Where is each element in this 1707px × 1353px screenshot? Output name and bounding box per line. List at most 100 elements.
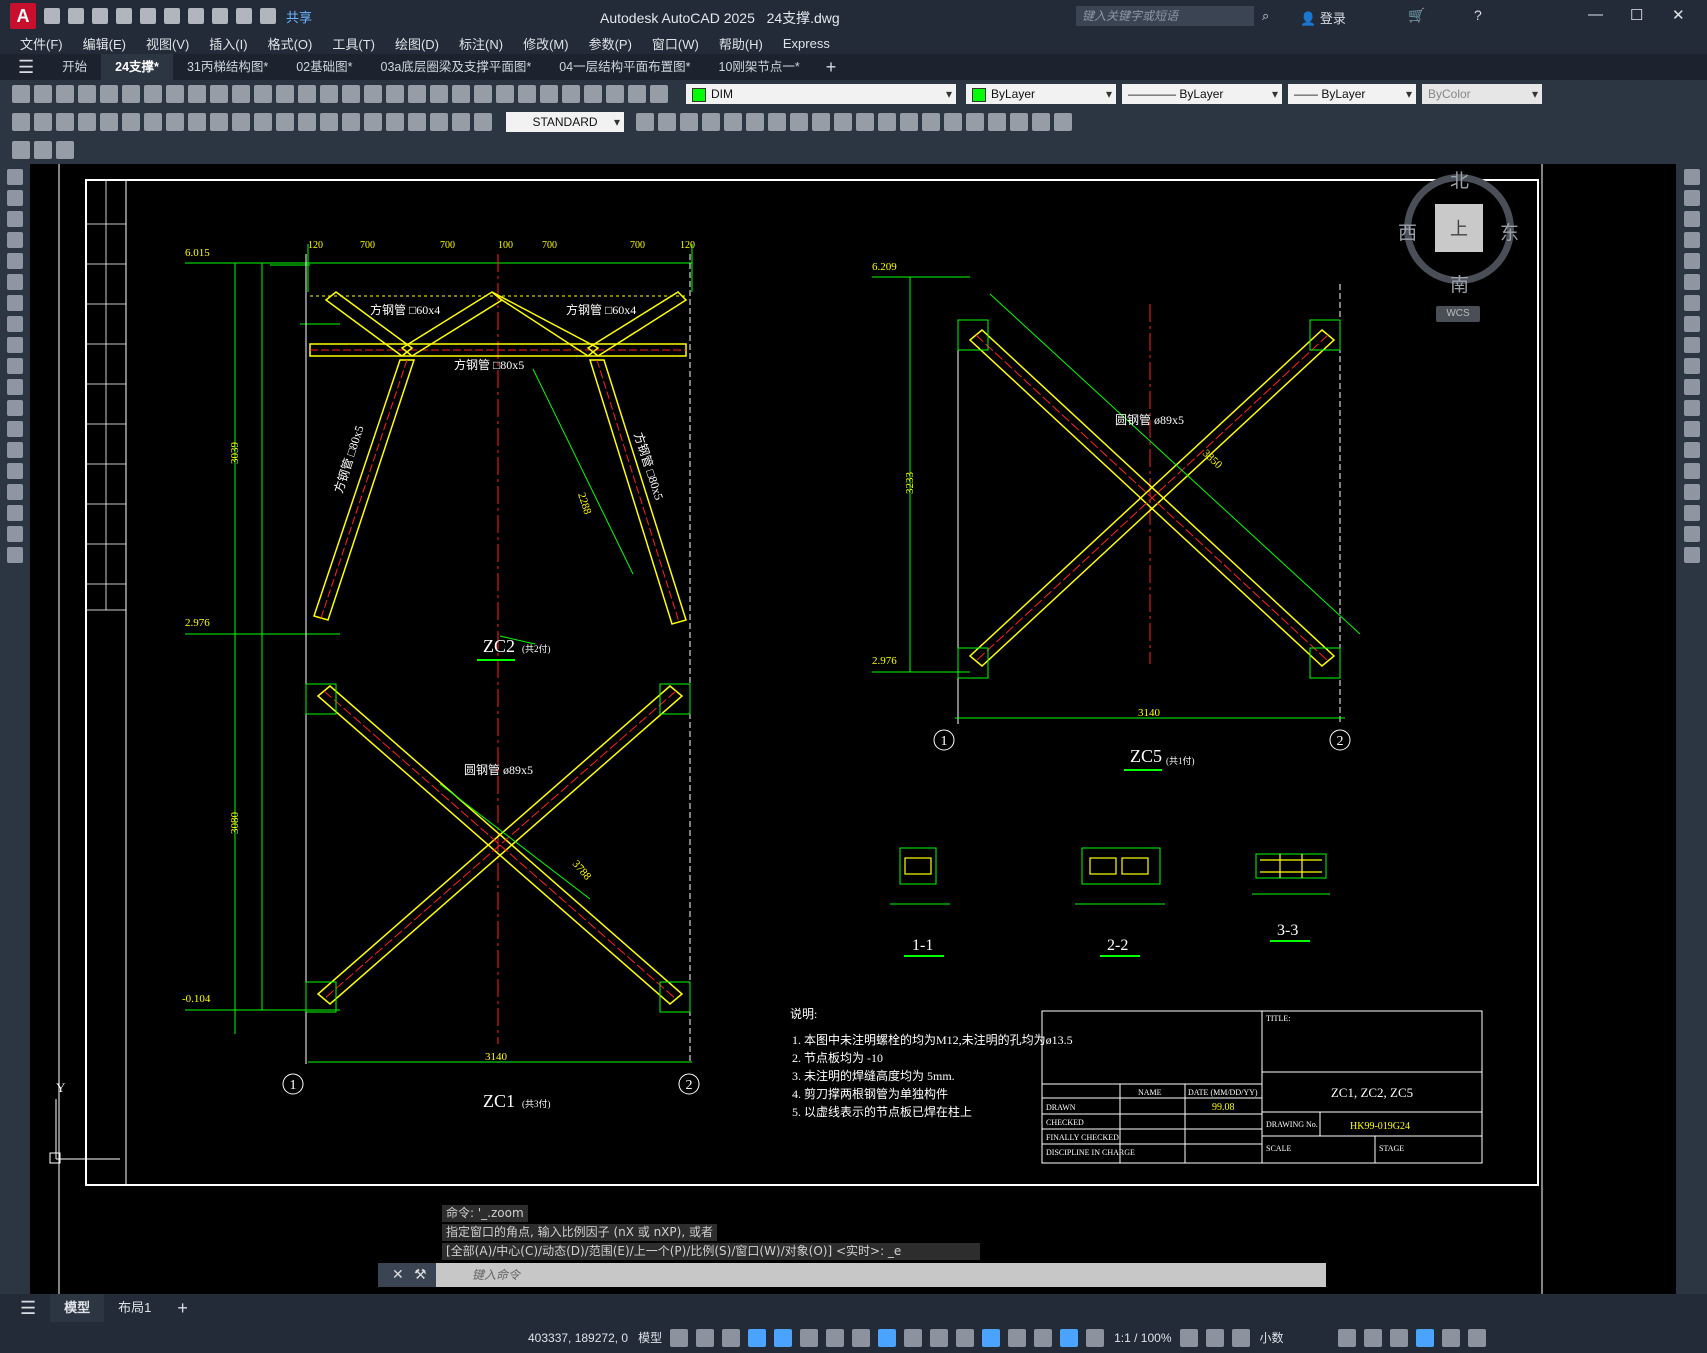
dynamic-ucs-icon[interactable] [982,1328,1001,1347]
draw-tool-icon[interactable] [408,113,426,131]
draw-tool-icon[interactable] [430,113,448,131]
modify-palette-icon[interactable] [1683,505,1700,521]
standard-tool-icon[interactable] [562,85,580,103]
draw-tool-icon[interactable] [320,113,338,131]
menu-item[interactable]: 绘图(D) [395,34,439,53]
file-tab[interactable]: 开始 [48,54,101,80]
modify-palette-icon[interactable] [1683,190,1700,206]
modify-palette-icon[interactable] [1683,358,1700,374]
modify-palette-icon[interactable] [1683,274,1700,290]
wrench-icon[interactable]: ⚒ [414,1266,427,1283]
isodraft-icon[interactable] [800,1328,819,1347]
3d-osnap-icon[interactable] [956,1328,975,1347]
standard-tool-icon[interactable] [78,85,96,103]
draw-palette-icon[interactable] [7,379,23,395]
draw-palette-icon[interactable] [7,295,23,311]
lineweight-dropdown[interactable]: —— ByLayer [1288,84,1416,104]
modify-palette-icon[interactable] [1683,547,1700,563]
login-button[interactable]: 👤 登录 [1300,8,1346,27]
open-file-icon[interactable] [68,8,84,24]
modify-palette-icon[interactable] [1683,400,1700,416]
dimension-tool-icon[interactable] [724,113,742,131]
draw-palette-icon[interactable] [7,463,23,479]
autocad-logo[interactable]: A [10,3,36,29]
layout-tab[interactable]: 布局1 [104,1294,165,1322]
modify-palette-icon[interactable] [1683,442,1700,458]
dimension-tool-icon[interactable] [812,113,830,131]
draw-palette-icon[interactable] [7,274,23,290]
new-tab-button[interactable]: + [826,57,837,78]
grid-icon[interactable] [670,1328,689,1347]
dimension-tool-icon[interactable] [834,113,852,131]
dimension-tool-icon[interactable] [878,113,896,131]
standard-tool-icon[interactable] [166,85,184,103]
menu-icon[interactable]: ☰ [20,1298,36,1319]
dimension-tool-icon[interactable] [1010,113,1028,131]
standard-tool-icon[interactable] [452,85,470,103]
modify-palette-icon[interactable] [1683,253,1700,269]
dimension-tool-icon[interactable] [680,113,698,131]
menu-item[interactable]: 视图(V) [146,34,189,53]
dimension-tool-icon[interactable] [702,113,720,131]
draw-tool-icon[interactable] [452,113,470,131]
modify-palette-icon[interactable] [1683,295,1700,311]
auto-scale-icon[interactable] [1086,1328,1105,1347]
menu-item[interactable]: 格式(O) [268,34,313,53]
wcs-menu[interactable]: WCS [1436,306,1480,322]
dimension-tool-icon[interactable] [1054,113,1072,131]
standard-tool-icon[interactable] [606,85,624,103]
infer-icon[interactable] [722,1328,741,1347]
modify-palette-icon[interactable] [1683,484,1700,500]
draw-palette-icon[interactable] [7,169,23,185]
object-snap-tracking-icon[interactable] [826,1328,845,1347]
standard-tool-icon[interactable] [364,85,382,103]
menu-item[interactable]: 插入(I) [209,34,247,53]
standard-tool-icon[interactable] [210,85,228,103]
compass-south[interactable]: 南 [1450,270,1469,297]
quick-properties-icon[interactable] [1337,1328,1356,1347]
menu-item[interactable]: 标注(N) [459,34,503,53]
command-line-grip[interactable]: ✕ ⚒ [378,1263,436,1287]
modify-palette-icon[interactable] [1683,379,1700,395]
dimension-tool-icon[interactable] [790,113,808,131]
draw-palette-icon[interactable] [7,211,23,227]
polar-icon[interactable] [774,1328,793,1347]
table-icon[interactable] [34,141,52,159]
print-icon[interactable] [56,141,74,159]
menu-item[interactable]: 帮助(H) [719,34,763,53]
dimension-tool-icon[interactable] [746,113,764,131]
standard-tool-icon[interactable] [320,85,338,103]
drawing-canvas[interactable]: 1 2 6.015 2.976 -0.104 3140 3039 3080 37… [30,164,1676,1294]
workspace-gear-icon[interactable] [1179,1328,1198,1347]
compass-west[interactable]: 西 [1398,218,1417,245]
units-dropdown[interactable]: 小数 [1260,1329,1330,1346]
draw-palette-icon[interactable] [7,505,23,521]
dimension-tool-icon[interactable] [658,113,676,131]
draw-tool-icon[interactable] [78,113,96,131]
draw-tool-icon[interactable] [232,113,250,131]
standard-tool-icon[interactable] [100,85,118,103]
cart-icon[interactable]: 🛒 [1408,7,1425,24]
units-icon[interactable] [1231,1328,1250,1347]
draw-palette-icon[interactable] [7,421,23,437]
draw-tool-icon[interactable] [210,113,228,131]
draw-tool-icon[interactable] [276,113,294,131]
compass-north[interactable]: 北 [1450,166,1469,193]
plot-icon[interactable] [188,8,204,24]
standard-tool-icon[interactable] [12,85,30,103]
compass-east[interactable]: 东 [1500,218,1519,245]
save-icon[interactable] [92,8,108,24]
share-button[interactable]: 共享 [286,7,312,26]
standard-tool-icon[interactable] [408,85,426,103]
dimension-tool-icon[interactable] [900,113,918,131]
dimension-tool-icon[interactable] [636,113,654,131]
standard-tool-icon[interactable] [386,85,404,103]
osnap-icon[interactable] [852,1328,871,1347]
close-button[interactable]: ✕ [1672,6,1685,24]
undo-icon[interactable] [212,8,228,24]
draw-tool-icon[interactable] [56,113,74,131]
modify-palette-icon[interactable] [1683,421,1700,437]
file-tab[interactable]: 24支撑* [101,54,173,80]
annotation-scale[interactable]: 1:1 / 100% [1114,1331,1171,1345]
modify-palette-icon[interactable] [1683,211,1700,227]
